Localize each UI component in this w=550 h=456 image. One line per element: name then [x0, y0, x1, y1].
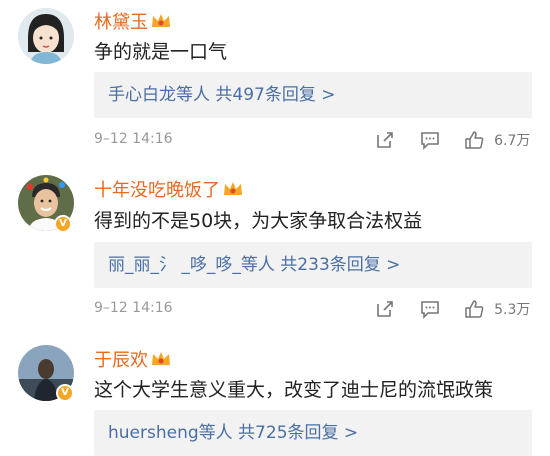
- avatar[interactable]: [18, 8, 74, 64]
- comment-item: 林黛玉 争的就是一口气 手心白龙等人 共497条回复 > 9–12 14:16 …: [0, 0, 550, 165]
- comment-text: 得到的不是50块，为大家争取合法权益: [94, 210, 423, 232]
- username[interactable]: 十年没吃晚饭了: [94, 176, 244, 202]
- like-button[interactable]: 5.3万: [463, 298, 530, 320]
- share-icon[interactable]: [374, 298, 396, 320]
- vip-crown-icon: [152, 14, 170, 27]
- replies-link[interactable]: 手心白龙等人 共497条回复 >: [94, 72, 532, 118]
- like-count: 5.3万: [494, 302, 531, 318]
- replies-link[interactable]: huersheng等人 共725条回复 >: [94, 410, 532, 456]
- comment-icon[interactable]: [419, 298, 441, 320]
- comment-meta: 9–12 14:16 6.7万: [94, 129, 534, 153]
- comment-text: 争的就是一口气: [94, 41, 228, 63]
- timestamp: 9–12 14:16: [94, 131, 173, 147]
- comment-text: 这个大学生意义重大，改变了迪士尼的流氓政策: [94, 379, 494, 401]
- replies-link[interactable]: 丽_丽_氵 _哆_哆_等人 共233条回复 >: [94, 242, 532, 288]
- vip-crown-icon: [152, 352, 170, 365]
- share-icon[interactable]: [374, 129, 396, 151]
- thumbs-up-icon: [465, 300, 484, 318]
- verified-badge-icon: V: [54, 215, 72, 233]
- comment-item: V 十年没吃晚饭了 得到的不是50块，为大家争取合法权益 丽_丽_氵 _哆_哆_…: [0, 165, 550, 335]
- verified-badge-icon: V: [56, 384, 74, 402]
- like-count: 6.7万: [494, 133, 531, 149]
- username[interactable]: 林黛玉: [94, 8, 172, 34]
- comment-meta: 9–12 14:16 5.3万: [94, 298, 534, 322]
- thumbs-up-icon: [465, 131, 484, 149]
- comment-icon[interactable]: [419, 129, 441, 151]
- like-button[interactable]: 6.7万: [463, 129, 530, 151]
- timestamp: 9–12 14:16: [94, 300, 173, 316]
- username[interactable]: 于辰欢: [94, 346, 172, 372]
- vip-crown-icon: [224, 182, 242, 195]
- comment-item: V 于辰欢 这个大学生意义重大，改变了迪士尼的流氓政策 huersheng等人 …: [0, 335, 550, 456]
- cartoon-girl-avatar-icon: [18, 8, 74, 64]
